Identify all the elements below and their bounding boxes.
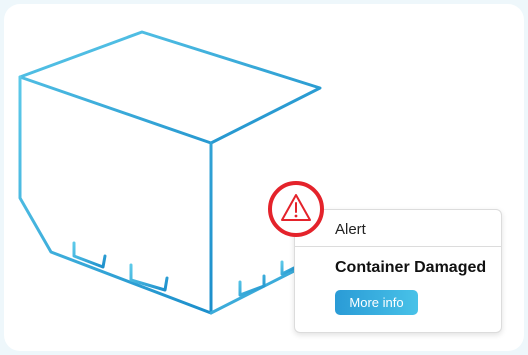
alert-header: Alert: [295, 210, 501, 247]
more-info-button[interactable]: More info: [335, 290, 418, 315]
alert-card: Alert Container Damaged More info: [294, 209, 502, 333]
warning-triangle-icon: [268, 181, 324, 237]
alert-title: Container Damaged: [335, 259, 487, 276]
